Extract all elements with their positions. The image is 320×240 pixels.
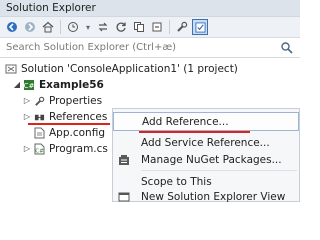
toolbar-separator	[60, 20, 61, 34]
nuget-icon	[113, 150, 135, 169]
csharp-project-icon: C#	[22, 78, 36, 92]
tree-node-label: Solution 'ConsoleApplication1' (1 projec…	[21, 63, 238, 75]
solution-icon	[4, 62, 18, 76]
search-icon[interactable]	[280, 41, 294, 55]
tree-node-app-config[interactable]: App.config	[32, 125, 105, 141]
menu-item-label: Add Service Reference...	[141, 136, 270, 149]
refresh-icon[interactable]	[113, 19, 129, 35]
menu-item-new-solution-explorer-view[interactable]: New Solution Explorer View	[113, 187, 299, 206]
toolbar: ▾	[0, 17, 300, 37]
window-title: Solution Explorer	[6, 2, 96, 14]
tree-node-label: Example56	[39, 79, 104, 91]
tree-node-project[interactable]: ◢ C# Example56	[12, 77, 104, 93]
search-box[interactable]: Search Solution Explorer (Ctrl+æ)	[0, 37, 300, 58]
copy-icon[interactable]	[131, 19, 147, 35]
search-placeholder: Search Solution Explorer (Ctrl+æ)	[6, 42, 177, 53]
preview-selected-items-icon[interactable]	[192, 19, 208, 35]
svg-text:C#: C#	[35, 149, 44, 155]
menu-item-manage-nuget-packages[interactable]: Manage NuGet Packages...	[113, 150, 299, 169]
expanded-arrow-icon[interactable]: ◢	[12, 77, 22, 93]
history-icon[interactable]	[65, 19, 81, 35]
references-underline-annotation	[28, 123, 110, 125]
context-menu: Add Reference... Add Service Reference..…	[112, 108, 300, 203]
forward-icon[interactable]	[22, 19, 38, 35]
collapse-all-icon[interactable]	[149, 19, 165, 35]
new-window-icon	[113, 187, 135, 206]
tree-node-label: App.config	[49, 127, 105, 139]
tree-node-label: Program.cs	[49, 143, 108, 155]
svg-text:C#: C#	[24, 82, 35, 90]
wrench-icon	[32, 94, 46, 108]
tree-node-program-cs[interactable]: ▷ C# Program.cs	[22, 141, 108, 157]
back-icon[interactable]	[4, 19, 20, 35]
references-icon	[32, 110, 46, 124]
toolbar-separator	[169, 20, 170, 34]
menu-item-label: New Solution Explorer View	[141, 190, 286, 203]
sync-icon[interactable]	[95, 19, 111, 35]
window-title-bar: Solution Explorer	[0, 0, 300, 17]
history-dropdown-icon[interactable]: ▾	[83, 19, 93, 35]
menu-separator	[141, 170, 297, 171]
home-icon[interactable]	[40, 19, 56, 35]
tree-node-solution[interactable]: Solution 'ConsoleApplication1' (1 projec…	[4, 61, 238, 77]
menu-item-add-reference[interactable]: Add Reference...	[113, 112, 299, 131]
config-file-icon	[32, 126, 46, 140]
menu-item-label: Scope to This	[141, 175, 212, 188]
menu-item-label: Manage NuGet Packages...	[141, 153, 282, 166]
collapsed-arrow-icon[interactable]: ▷	[22, 93, 32, 109]
csharp-file-icon: C#	[32, 142, 46, 156]
wrench-icon[interactable]	[174, 19, 190, 35]
tree-node-properties[interactable]: ▷ Properties	[22, 93, 102, 109]
menu-item-label: Add Reference...	[142, 115, 229, 128]
tree-node-label: Properties	[49, 95, 103, 107]
collapsed-arrow-icon[interactable]: ▷	[22, 141, 32, 157]
